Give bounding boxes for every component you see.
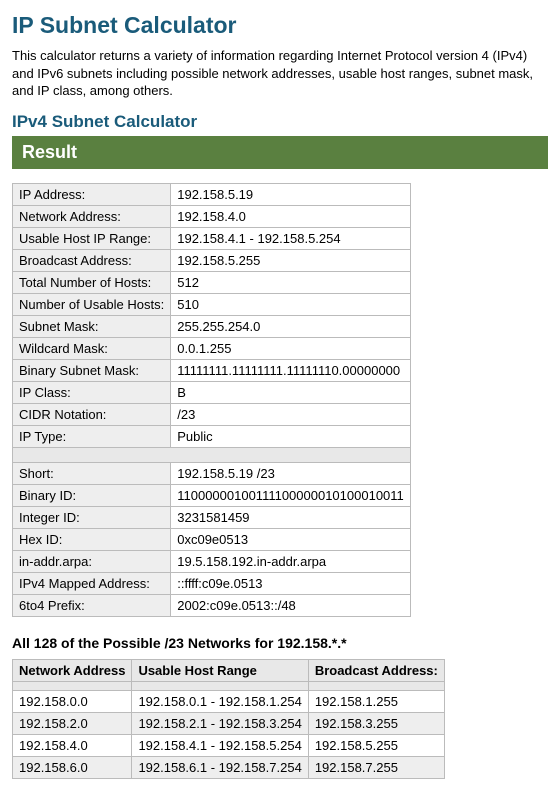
result-row: Total Number of Hosts:512 <box>13 271 411 293</box>
result-value: 510 <box>171 293 411 315</box>
result-row: Short:192.158.5.19 /23 <box>13 462 411 484</box>
result-label: Binary ID: <box>13 484 171 506</box>
result-row: Usable Host IP Range:192.158.4.1 - 192.1… <box>13 227 411 249</box>
result-row: IP Class:B <box>13 381 411 403</box>
result-label: Short: <box>13 462 171 484</box>
col-usable-host-range: Usable Host Range <box>132 659 308 681</box>
cell-range: 192.158.2.1 - 192.158.3.254 <box>132 712 308 734</box>
result-label: Integer ID: <box>13 506 171 528</box>
result-value: 255.255.254.0 <box>171 315 411 337</box>
col-network-address: Network Address <box>13 659 132 681</box>
result-row: Binary ID:110000001001111000000101000100… <box>13 484 411 506</box>
result-value: 3231581459 <box>171 506 411 528</box>
result-value: 0.0.1.255 <box>171 337 411 359</box>
result-value: 2002:c09e.0513::/48 <box>171 594 411 616</box>
result-label: IP Type: <box>13 425 171 447</box>
result-label: Total Number of Hosts: <box>13 271 171 293</box>
ipv4-section-title: IPv4 Subnet Calculator <box>12 112 548 132</box>
result-value: B <box>171 381 411 403</box>
result-label: 6to4 Prefix: <box>13 594 171 616</box>
result-value: 192.158.4.0 <box>171 205 411 227</box>
cell-range: 192.158.6.1 - 192.158.7.254 <box>132 756 308 778</box>
result-label: IPv4 Mapped Address: <box>13 572 171 594</box>
cell-network: 192.158.4.0 <box>13 734 132 756</box>
result-value: /23 <box>171 403 411 425</box>
result-row: Wildcard Mask:0.0.1.255 <box>13 337 411 359</box>
table-row: 192.158.0.0192.158.0.1 - 192.158.1.25419… <box>13 690 445 712</box>
result-value: 11000000100111100000010100010011 <box>171 484 411 506</box>
result-header: Result <box>12 136 548 169</box>
result-label: Hex ID: <box>13 528 171 550</box>
table-row: 192.158.2.0192.158.2.1 - 192.158.3.25419… <box>13 712 445 734</box>
result-label: Subnet Mask: <box>13 315 171 337</box>
result-value: 0xc09e0513 <box>171 528 411 550</box>
result-row: Binary Subnet Mask:11111111.11111111.111… <box>13 359 411 381</box>
result-label: Network Address: <box>13 205 171 227</box>
result-row: in-addr.arpa:19.5.158.192.in-addr.arpa <box>13 550 411 572</box>
result-label: Wildcard Mask: <box>13 337 171 359</box>
cell-network: 192.158.6.0 <box>13 756 132 778</box>
result-label: CIDR Notation: <box>13 403 171 425</box>
cell-network: 192.158.0.0 <box>13 690 132 712</box>
result-row: CIDR Notation:/23 <box>13 403 411 425</box>
result-row: Broadcast Address:192.158.5.255 <box>13 249 411 271</box>
cell-broadcast: 192.158.7.255 <box>308 756 444 778</box>
result-value: 192.158.4.1 - 192.158.5.254 <box>171 227 411 249</box>
result-row: Hex ID:0xc09e0513 <box>13 528 411 550</box>
result-label: Binary Subnet Mask: <box>13 359 171 381</box>
table-row: 192.158.4.0192.158.4.1 - 192.158.5.25419… <box>13 734 445 756</box>
table-row: 192.158.6.0192.158.6.1 - 192.158.7.25419… <box>13 756 445 778</box>
col-broadcast-address: Broadcast Address: <box>308 659 444 681</box>
cell-broadcast: 192.158.3.255 <box>308 712 444 734</box>
result-row: Subnet Mask:255.255.254.0 <box>13 315 411 337</box>
result-value: Public <box>171 425 411 447</box>
result-label: Number of Usable Hosts: <box>13 293 171 315</box>
result-row: IPv4 Mapped Address:::ffff:c09e.0513 <box>13 572 411 594</box>
result-table: IP Address:192.158.5.19Network Address:1… <box>12 183 411 617</box>
result-row: IP Address:192.158.5.19 <box>13 183 411 205</box>
result-row: IP Type:Public <box>13 425 411 447</box>
result-value: 192.158.5.255 <box>171 249 411 271</box>
result-value: ::ffff:c09e.0513 <box>171 572 411 594</box>
cell-range: 192.158.0.1 - 192.158.1.254 <box>132 690 308 712</box>
page-title: IP Subnet Calculator <box>12 12 548 39</box>
result-spacer <box>13 447 411 462</box>
cell-range: 192.158.4.1 - 192.158.5.254 <box>132 734 308 756</box>
cell-network: 192.158.2.0 <box>13 712 132 734</box>
result-value: 192.158.5.19 /23 <box>171 462 411 484</box>
result-row: Number of Usable Hosts:510 <box>13 293 411 315</box>
cell-broadcast: 192.158.5.255 <box>308 734 444 756</box>
result-row: Integer ID:3231581459 <box>13 506 411 528</box>
intro-text: This calculator returns a variety of inf… <box>12 47 548 100</box>
result-value: 11111111.11111111.11111110.00000000 <box>171 359 411 381</box>
result-value: 512 <box>171 271 411 293</box>
result-label: IP Address: <box>13 183 171 205</box>
networks-title: All 128 of the Possible /23 Networks for… <box>12 635 548 651</box>
cell-broadcast: 192.158.1.255 <box>308 690 444 712</box>
result-label: IP Class: <box>13 381 171 403</box>
result-value: 19.5.158.192.in-addr.arpa <box>171 550 411 572</box>
result-label: in-addr.arpa: <box>13 550 171 572</box>
result-label: Usable Host IP Range: <box>13 227 171 249</box>
result-value: 192.158.5.19 <box>171 183 411 205</box>
result-label: Broadcast Address: <box>13 249 171 271</box>
networks-table: Network Address Usable Host Range Broadc… <box>12 659 445 779</box>
result-row: Network Address:192.158.4.0 <box>13 205 411 227</box>
result-row: 6to4 Prefix:2002:c09e.0513::/48 <box>13 594 411 616</box>
